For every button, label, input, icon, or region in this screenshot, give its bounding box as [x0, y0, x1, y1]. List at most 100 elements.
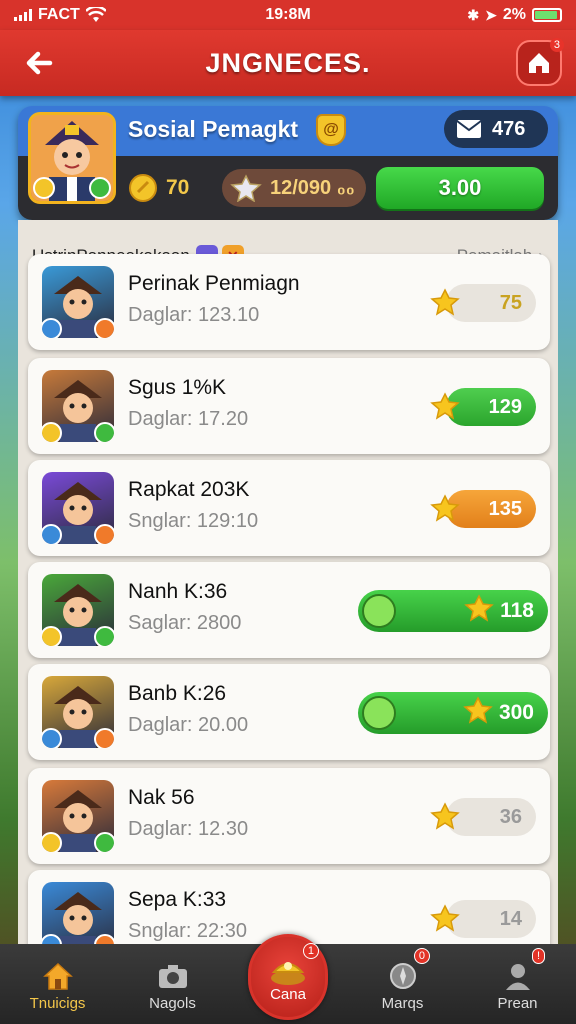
- coin-stat: 70: [128, 173, 222, 203]
- coin-badge-icon: [42, 626, 62, 646]
- score-badge: 129: [430, 388, 536, 426]
- score-value: 118: [500, 599, 534, 622]
- score-badge: 36: [430, 798, 536, 836]
- score-value: 135: [488, 497, 522, 520]
- nav-label-marks: Marqs: [381, 995, 424, 1012]
- status-time: 19:8M: [265, 6, 311, 23]
- status-right: ✱ ➤ 2%: [362, 6, 562, 24]
- player-stat: Daglar: 17.20: [128, 408, 249, 430]
- nav-item-home[interactable]: Tnuicigs: [0, 944, 115, 1024]
- gem-value: 12/090 ₀₀: [270, 176, 355, 199]
- signal-icon: [14, 9, 32, 21]
- star-icon: [430, 392, 460, 426]
- nav-badge-marks: 0: [413, 948, 430, 964]
- messages-button[interactable]: 476: [444, 110, 548, 148]
- carrier-label: FACT: [38, 6, 80, 23]
- avatar: [42, 574, 114, 646]
- nav-label-game: Cana: [270, 985, 306, 1003]
- score-badge: 135: [430, 490, 536, 528]
- rank-badge: @: [316, 114, 346, 146]
- home-badge: 3: [549, 38, 564, 52]
- player-name: Perinak Penmiagn: [128, 272, 300, 295]
- nav-badge-profile: !: [531, 948, 545, 964]
- location-icon: ➤: [485, 6, 497, 23]
- envelope-icon: [456, 120, 482, 138]
- player-stat: Daglar: 123.10: [128, 304, 260, 326]
- list-item[interactable]: Rapkat 203K Snglar: 129:10 135: [28, 460, 550, 556]
- treasure-icon: [271, 961, 305, 985]
- nav-item-game[interactable]: Cana 1: [248, 934, 328, 1020]
- list-item[interactable]: Nanh K:36 Saglar: 2800 118: [28, 562, 550, 658]
- list-item[interactable]: Banb K:26 Daglar: 20.00 300: [28, 664, 550, 760]
- nav-label-photos: Nagols: [149, 995, 196, 1012]
- player-stat: Saglar: 2800: [128, 612, 242, 634]
- home-button[interactable]: 3: [516, 38, 564, 86]
- bluetooth-icon: ✱: [467, 6, 480, 23]
- arrow-left-icon: [26, 51, 53, 75]
- status-left: FACT: [14, 6, 214, 24]
- camera-icon: [156, 961, 190, 991]
- coin-badge-icon: [42, 728, 62, 748]
- list-item[interactable]: Nak 56 Daglar: 12.30 36: [28, 768, 550, 864]
- nav-item-marks[interactable]: 0 Marqs: [345, 944, 460, 1024]
- coin-badge-icon: [42, 832, 62, 852]
- house-icon: [529, 53, 549, 73]
- coin-badge-icon: [42, 318, 62, 338]
- player-name: Nanh K:36: [128, 580, 228, 603]
- messages-count: 476: [492, 117, 526, 140]
- battery-percent: 2%: [502, 6, 526, 23]
- page-title: JNGNECES.: [205, 47, 371, 78]
- claim-button[interactable]: 118: [358, 590, 548, 632]
- player-name: Banb K:26: [128, 682, 227, 705]
- cash-button[interactable]: 3.00: [376, 167, 544, 209]
- score-badge: 14: [430, 900, 536, 938]
- profile-avatar[interactable]: [28, 112, 116, 204]
- avatar: [42, 266, 114, 338]
- compass-icon: [386, 961, 420, 991]
- check-badge-icon: [94, 832, 114, 852]
- star-icon: [430, 288, 460, 322]
- list-item[interactable]: Perinak Penmiagn Daglar: 123.10 75: [28, 254, 550, 350]
- check-badge-icon: [94, 626, 114, 646]
- nav-label-home: Tnuicigs: [29, 995, 86, 1012]
- profile-panel: Sosial Pemagkt @ 476 70 12/090 ₀₀ 3.00: [18, 106, 558, 220]
- check-badge-icon: [89, 177, 111, 199]
- status-bar: FACT 19:8M ✱ ➤ 2%: [0, 0, 576, 30]
- person-icon: [501, 961, 535, 991]
- check-icon: [362, 696, 396, 730]
- list-item[interactable]: Sgus 1%K Daglar: 17.20 129: [28, 358, 550, 454]
- player-name: Sepa K:33: [128, 888, 227, 911]
- star-icon: [430, 494, 460, 528]
- player-name: Rapkat 203K: [128, 478, 250, 501]
- coin-icon: [129, 174, 157, 202]
- star-icon: [463, 696, 493, 730]
- profile-name: Sosial Pemagkt: [128, 116, 299, 142]
- claim-button[interactable]: 300: [358, 692, 548, 734]
- stats-row: 70 12/090 ₀₀ 3.00: [128, 167, 548, 209]
- check-badge-icon: [94, 524, 114, 544]
- star-icon: [464, 594, 494, 628]
- nav-item-profile[interactable]: ! Prean: [460, 944, 575, 1024]
- player-stat: Daglar: 12.30: [128, 818, 249, 840]
- score-value: 129: [488, 395, 522, 418]
- coin-badge-icon: [33, 177, 55, 199]
- bottom-nav: Tnuicigs Nagols 0 Marqs ! Prean Cana 1: [0, 934, 576, 1024]
- avatar: [42, 780, 114, 852]
- score-value: 14: [499, 907, 522, 930]
- score-value: 36: [499, 805, 522, 828]
- battery-icon: [532, 8, 562, 22]
- check-badge-icon: [94, 318, 114, 338]
- avatar: [42, 472, 114, 544]
- coin-value: 70: [166, 176, 190, 199]
- back-button[interactable]: [18, 42, 60, 84]
- gem-stat: 12/090 ₀₀: [222, 169, 366, 207]
- coin-badge-icon: [42, 524, 62, 544]
- score-badge: 75: [430, 284, 536, 322]
- coin-badge-icon: [42, 422, 62, 442]
- player-stat: Snglar: 22:30: [128, 920, 247, 942]
- nav-item-photos[interactable]: Nagols: [115, 944, 230, 1024]
- player-name: Sgus 1%K: [128, 376, 227, 399]
- player-stat: Snglar: 129:10: [128, 510, 259, 532]
- check-badge-icon: [94, 422, 114, 442]
- avatar: [42, 882, 114, 950]
